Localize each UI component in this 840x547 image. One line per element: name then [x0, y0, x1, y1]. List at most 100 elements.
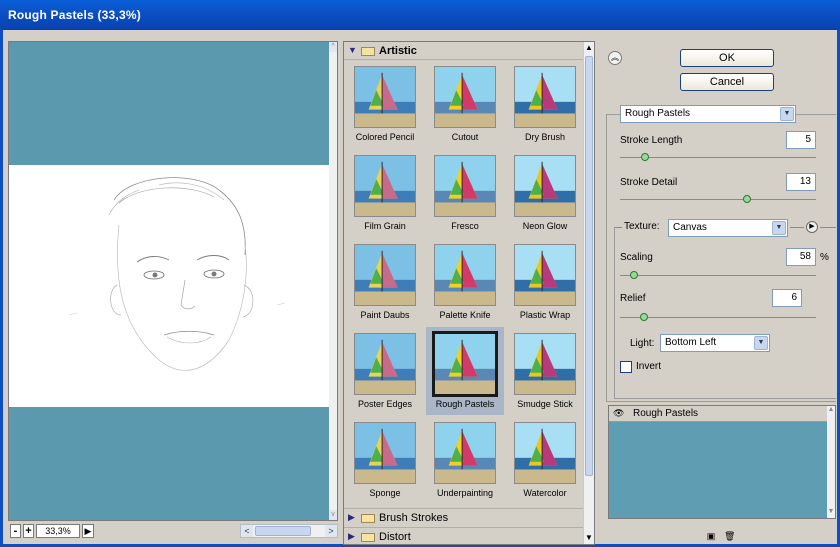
relief-label: Relief: [620, 293, 646, 304]
preview-panel[interactable]: ^ v: [8, 41, 338, 521]
preview-zoom-bar: - + 33,3% ▶ < >: [8, 522, 338, 540]
stroke-length-label: Stroke Length: [620, 135, 683, 146]
filter-thumbnail-fresco[interactable]: Fresco: [426, 149, 504, 237]
filter-name: Poster Edges: [357, 399, 413, 409]
filter-name: Cutout: [451, 132, 479, 142]
filter-thumbnail-plastic-wrap[interactable]: Plastic Wrap: [506, 238, 584, 326]
eye-icon[interactable]: 👁: [613, 408, 627, 420]
zoom-in-button[interactable]: +: [23, 524, 34, 538]
effect-layers-panel: 👁 Rough Pastels ▲ ▼: [608, 405, 836, 519]
zoom-level-field[interactable]: 33,3%: [36, 524, 80, 538]
collapse-triangle-icon[interactable]: ▶: [348, 531, 355, 542]
category-distort[interactable]: ▶ Distort: [344, 527, 584, 544]
filter-preview-image: [354, 155, 416, 217]
filter-name: Dry Brush: [524, 132, 565, 142]
scroll-up-icon[interactable]: ▲: [584, 42, 594, 54]
invert-checkbox[interactable]: [620, 361, 632, 373]
scroll-up-icon[interactable]: ^: [329, 42, 337, 52]
filter-name: Palette Knife: [439, 310, 491, 320]
filter-thumbnail-dry-brush[interactable]: Dry Brush: [506, 60, 584, 148]
filter-thumbnail-watercolor[interactable]: Watercolor: [506, 416, 584, 504]
filter-thumbnail-underpainting[interactable]: Underpainting: [426, 416, 504, 504]
stroke-length-slider-thumb[interactable]: [640, 153, 649, 161]
preview-vertical-scrollbar[interactable]: ^ v: [329, 42, 337, 520]
filter-thumbnail-colored-pencil[interactable]: Colored Pencil: [346, 60, 424, 148]
filter-thumbnail-smudge-stick[interactable]: Smudge Stick: [506, 327, 584, 415]
scaling-unit: %: [820, 252, 829, 263]
filter-thumbnail-palette-knife[interactable]: Palette Knife: [426, 238, 504, 326]
filter-settings: Rough Pastels ▼ Stroke Length 5 Stroke D…: [606, 105, 836, 449]
filter-select[interactable]: Rough Pastels ▼: [620, 105, 796, 123]
stroke-length-field[interactable]: 5: [786, 131, 816, 149]
light-select[interactable]: Bottom Left ▼: [660, 334, 770, 352]
filter-name: Neon Glow: [522, 221, 568, 231]
gallery-vertical-scrollbar[interactable]: ▲ ▼: [583, 42, 594, 544]
filter-name: Rough Pastels: [435, 399, 495, 409]
scroll-down-icon[interactable]: ▼: [584, 532, 594, 544]
filter-name: Underpainting: [436, 488, 494, 498]
new-effect-layer-icon[interactable]: ▣: [706, 531, 716, 541]
layers-scrollbar[interactable]: ▲ ▼: [827, 406, 835, 518]
filter-thumbnail-film-grain[interactable]: Film Grain: [346, 149, 424, 237]
relief-slider[interactable]: [620, 317, 816, 318]
collapse-gallery-icon[interactable]: ︽: [608, 51, 622, 65]
cancel-button[interactable]: Cancel: [680, 73, 774, 91]
scroll-thumb[interactable]: [585, 56, 593, 476]
scroll-down-icon[interactable]: ▼: [827, 508, 835, 518]
filter-preview-image: [434, 155, 496, 217]
scroll-right-icon[interactable]: >: [325, 525, 337, 537]
dropdown-arrow-icon[interactable]: ▼: [754, 336, 768, 350]
filter-preview-image: [354, 422, 416, 484]
category-label: Distort: [379, 531, 411, 543]
dropdown-arrow-icon[interactable]: ▼: [780, 107, 794, 121]
scroll-up-icon[interactable]: ▲: [827, 406, 835, 416]
title-bar: Rough Pastels (33,3%): [0, 0, 840, 30]
zoom-menu-arrow-icon[interactable]: ▶: [82, 524, 94, 538]
filter-thumbnail-paint-daubs[interactable]: Paint Daubs: [346, 238, 424, 326]
filter-preview-image: [354, 66, 416, 128]
category-brush-strokes[interactable]: ▶ Brush Strokes: [344, 508, 584, 526]
scroll-down-icon[interactable]: v: [329, 510, 337, 520]
effect-layer-row[interactable]: 👁 Rough Pastels: [609, 406, 829, 422]
face-sketch-image: [68, 177, 286, 371]
scroll-thumb[interactable]: [255, 526, 311, 536]
window-title: Rough Pastels (33,3%): [8, 8, 141, 22]
stroke-detail-slider[interactable]: [620, 199, 816, 200]
scaling-label: Scaling: [620, 252, 653, 263]
filter-preview-image: [434, 66, 496, 128]
expand-triangle-icon[interactable]: ▼: [348, 45, 357, 55]
filter-thumbnail-sponge[interactable]: Sponge: [346, 416, 424, 504]
category-artistic-header[interactable]: ▼ Artistic: [344, 42, 584, 60]
relief-slider-thumb[interactable]: [639, 313, 648, 321]
scaling-slider-thumb[interactable]: [629, 271, 638, 279]
scroll-left-icon[interactable]: <: [241, 525, 253, 537]
ok-button[interactable]: OK: [680, 49, 774, 67]
scaling-slider[interactable]: [620, 275, 816, 276]
filter-name: Film Grain: [364, 221, 406, 231]
collapse-triangle-icon[interactable]: ▶: [348, 512, 355, 523]
filter-name: Sponge: [369, 488, 401, 498]
folder-icon: [361, 514, 375, 523]
filter-thumbnail-cutout[interactable]: Cutout: [426, 60, 504, 148]
stroke-length-slider[interactable]: [620, 157, 816, 158]
filter-gallery: ▼ Artistic Colored Pencil Cutout Dry Brush…: [343, 41, 595, 545]
filter-thumbnail-neon-glow[interactable]: Neon Glow: [506, 149, 584, 237]
zoom-out-button[interactable]: -: [10, 524, 21, 538]
delete-effect-layer-icon[interactable]: 🗑: [724, 531, 735, 541]
preview-canvas[interactable]: [9, 42, 331, 520]
filter-preview-image: [514, 422, 576, 484]
scaling-field[interactable]: 58: [786, 248, 816, 266]
filter-thumbnail-rough-pastels[interactable]: Rough Pastels: [426, 327, 504, 415]
stroke-detail-field[interactable]: 13: [786, 173, 816, 191]
invert-label: Invert: [636, 361, 662, 372]
preview-horizontal-scrollbar[interactable]: < >: [240, 524, 338, 538]
filter-name: Colored Pencil: [355, 132, 415, 142]
filter-preview-image: [514, 66, 576, 128]
relief-field[interactable]: 6: [772, 289, 802, 307]
filter-preview-image: [354, 244, 416, 306]
settings-panel: ︽ OK Cancel Rough Pastels ▼ Stroke Lengt…: [600, 41, 840, 545]
filter-preview-image: [514, 244, 576, 306]
filter-name: Watercolor: [523, 488, 567, 498]
folder-icon: [361, 47, 375, 56]
filter-thumbnail-poster-edges[interactable]: Poster Edges: [346, 327, 424, 415]
